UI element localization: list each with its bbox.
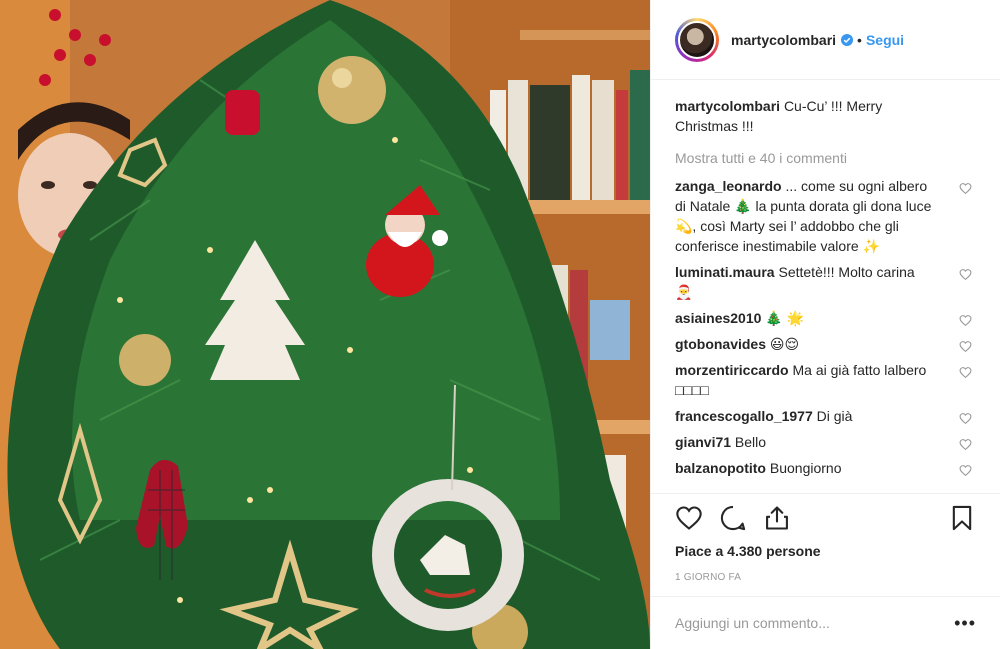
comment-row: zanga_leonardo ... come su ogni albero d… [675,176,976,256]
comment-text: zanga_leonardo ... come su ogni albero d… [675,176,935,256]
comment-username[interactable]: zanga_leonardo [675,178,782,194]
avatar-image [678,20,716,59]
comment-text: morzentiriccardo Ma ai già fatto lalbero… [675,360,935,400]
post-side-panel: martycolombari • Segui martycolombari Cu… [650,0,1000,649]
comment-like-heart-icon[interactable] [959,366,972,379]
comments-list[interactable]: martycolombari Cu-Cu’ !!! Merry Christma… [651,80,1000,494]
comment-row: francescogallo_1977 Di già [675,406,976,426]
verified-badge-icon [841,33,854,46]
share-icon[interactable] [763,504,791,532]
comment-text: asiaines2010 🎄 🌟 [675,308,935,328]
post-photo[interactable] [0,0,650,649]
post-date[interactable]: 1 GIORNO FA [675,572,741,583]
comment-username[interactable]: balzanopotito [675,460,766,476]
comment-row: asiaines2010 🎄 🌟 [675,308,976,328]
comment-body: Bello [734,434,767,450]
comment-text: francescogallo_1977 Di già [675,406,935,426]
comment-like-heart-icon[interactable] [959,412,972,425]
avatar[interactable] [675,17,719,62]
comment-row: gtobonavides 😃😌 [675,334,976,354]
add-comment-input[interactable] [675,615,925,631]
comment-body: Di già [816,408,853,424]
bookmark-icon[interactable] [948,504,976,532]
comment-like-heart-icon[interactable] [959,268,972,281]
comment-body: Buongiorno [769,460,842,476]
more-options-button[interactable]: ••• [954,613,976,634]
post-actions-bar [675,504,980,538]
comment-icon[interactable] [719,504,747,532]
comment-username[interactable]: luminati.maura [675,264,775,280]
comment-username[interactable]: gtobonavides [675,336,766,352]
comment-text: luminati.maura Settetè!!! Molto carina 🎅 [675,262,935,302]
post-header: martycolombari • Segui [651,0,1000,80]
comment-username[interactable]: asiaines2010 [675,310,761,326]
post-caption: martycolombari Cu-Cu’ !!! Merry Christma… [675,96,945,136]
comment-text: gianvi71 Bello [675,432,935,452]
follow-button[interactable]: Segui [866,32,904,48]
comment-row: gianvi71 Bello [675,432,976,452]
comment-like-heart-icon[interactable] [959,340,972,353]
likes-count[interactable]: Piace a 4.380 persone [675,543,821,559]
author-username[interactable]: martycolombari [731,32,836,48]
comment-text: gtobonavides 😃😌 [675,334,935,354]
heart-icon[interactable] [675,504,703,532]
comment-row: balzanopotito Buongiorno [675,458,976,478]
caption-username[interactable]: martycolombari [675,98,780,114]
comment-like-heart-icon[interactable] [959,314,972,327]
comment-like-heart-icon[interactable] [959,438,972,451]
comment-username[interactable]: gianvi71 [675,434,731,450]
comment-like-heart-icon[interactable] [959,182,972,195]
christmas-tree-photo [0,0,650,649]
comment-like-heart-icon[interactable] [959,464,972,477]
comment-row: morzentiriccardo Ma ai già fatto lalbero… [675,360,976,400]
add-comment-bar: ••• [651,596,1000,649]
comment-body: 😃😌 [769,336,800,352]
comment-body: 🎄 🌟 [765,310,805,326]
comment-text: balzanopotito Buongiorno [675,458,935,478]
comment-username[interactable]: morzentiriccardo [675,362,789,378]
comment-username[interactable]: francescogallo_1977 [675,408,813,424]
show-all-comments-link[interactable]: Mostra tutti e 40 i commenti [675,150,976,166]
separator-dot: • [857,31,862,48]
comment-row: luminati.maura Settetè!!! Molto carina 🎅 [675,262,976,302]
